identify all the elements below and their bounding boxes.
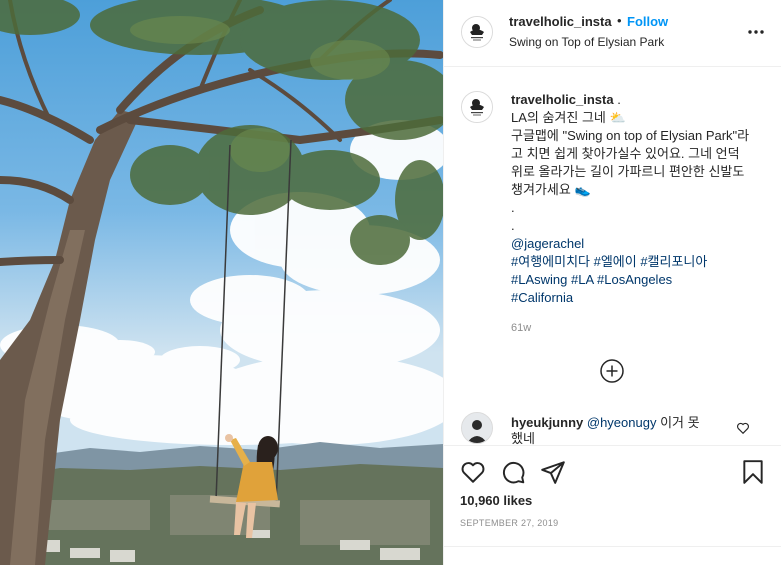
- comment-input-divider: [444, 546, 781, 547]
- likes-count[interactable]: 10,960 likes: [460, 493, 532, 508]
- comment: hyeukjunny @hyeonugy 이거 못 했네: [511, 415, 741, 447]
- caption-mention[interactable]: @jagerachel: [511, 236, 584, 251]
- comment-icon: [502, 461, 525, 484]
- post-header: travelholic_insta • Follow Swing on Top …: [444, 0, 781, 67]
- post-location[interactable]: Swing on Top of Elysian Park: [509, 35, 664, 49]
- user-avatar-icon: [462, 413, 492, 443]
- load-more-comments-button[interactable]: [599, 358, 625, 384]
- comment-text-cont: 했네: [511, 431, 535, 446]
- caption-line2: 구글맵에 "Swing on top of Elysian Park"라고 치면…: [511, 128, 750, 197]
- hashtags-line-2[interactable]: #LAswing #LA #LosAngeles: [511, 271, 751, 289]
- caption-line1: LA의 숨겨진 그네: [511, 110, 606, 125]
- caption-avatar[interactable]: [461, 91, 493, 123]
- caption-dot-1: .: [511, 200, 515, 215]
- post-photo[interactable]: [0, 0, 443, 565]
- photo-scene: [0, 0, 443, 565]
- share-button[interactable]: [540, 459, 566, 485]
- comment-like-button[interactable]: [736, 421, 750, 435]
- caption-dot: .: [617, 92, 621, 107]
- comment-username[interactable]: hyeukjunny: [511, 415, 583, 430]
- follow-separator: •: [617, 13, 622, 28]
- caption-dot-2: .: [511, 218, 515, 233]
- post-caption: travelholic_insta . LA의 숨겨진 그네 ⛅ 구글맵에 "S…: [511, 91, 751, 337]
- comment-button[interactable]: [500, 459, 526, 485]
- caption-username[interactable]: travelholic_insta: [511, 92, 614, 107]
- post-date: SEPTEMBER 27, 2019: [460, 518, 559, 528]
- commenter-avatar[interactable]: [461, 412, 493, 444]
- post-side-panel: travelholic_insta • Follow Swing on Top …: [443, 0, 781, 566]
- more-options-icon[interactable]: [746, 22, 766, 42]
- cloud-sun-icon: ⛅: [609, 110, 626, 125]
- heart-icon: [461, 462, 485, 483]
- like-button[interactable]: [460, 459, 486, 485]
- share-icon: [541, 461, 565, 484]
- header-username[interactable]: travelholic_insta: [509, 14, 612, 29]
- sneaker-icon: 👟: [574, 182, 591, 197]
- avatar[interactable]: [461, 16, 493, 48]
- follow-button[interactable]: Follow: [627, 14, 668, 29]
- account-logo-icon: [462, 17, 492, 47]
- caption-timestamp[interactable]: 61w: [511, 319, 751, 337]
- heart-icon: [737, 422, 749, 435]
- comment-mention[interactable]: @hyeonugy: [587, 415, 657, 430]
- post-action-bar: 10,960 likes SEPTEMBER 27, 2019: [444, 445, 781, 566]
- account-logo-icon: [462, 92, 492, 122]
- hashtags-line-3[interactable]: #California: [511, 289, 751, 307]
- plus-circle-icon: [600, 359, 624, 383]
- hashtags-line-1[interactable]: #여행에미치다 #엘에이 #캘리포니아: [511, 253, 751, 271]
- comment-text: 이거 못: [660, 415, 700, 430]
- bookmark-icon: [743, 460, 763, 484]
- save-button[interactable]: [740, 459, 766, 485]
